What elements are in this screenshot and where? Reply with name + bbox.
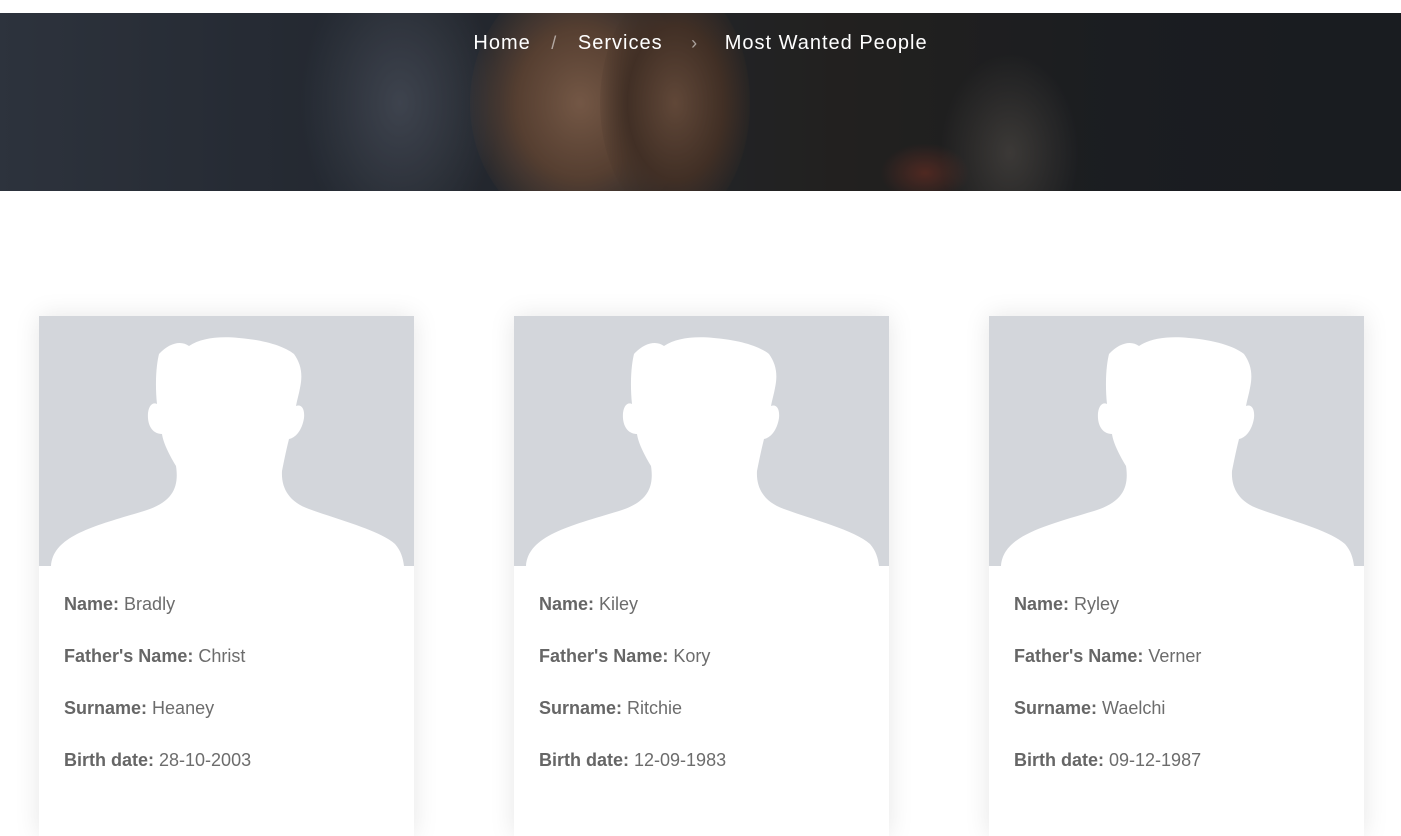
father-name-value: Verner	[1148, 646, 1202, 666]
surname-label: Surname:	[64, 698, 148, 718]
person-birth-row: Birth date: 09-12-1987	[1014, 749, 1339, 801]
name-label: Name:	[539, 594, 595, 614]
surname-value: Heaney	[152, 698, 215, 718]
breadcrumb-separator: /	[551, 33, 558, 54]
surname-label: Surname:	[539, 698, 623, 718]
birth-date-value: 09-12-1987	[1109, 750, 1202, 770]
person-birth-row: Birth date: 12-09-1983	[539, 749, 864, 801]
father-name-label: Father's Name:	[1014, 646, 1144, 666]
person-father-row: Father's Name: Christ	[64, 645, 389, 697]
person-name-row: Name: Ryley	[1014, 593, 1339, 645]
birth-date-label: Birth date:	[64, 750, 154, 770]
name-label: Name:	[64, 594, 120, 614]
birth-date-label: Birth date:	[539, 750, 629, 770]
person-surname-row: Surname: Heaney	[64, 697, 389, 749]
father-name-label: Father's Name:	[64, 646, 194, 666]
surname-value: Waelchi	[1102, 698, 1166, 718]
wanted-person-card[interactable]: Name: Bradly Father's Name: Christ Surna…	[39, 316, 414, 836]
person-details: Name: Ryley Father's Name: Verner Surnam…	[989, 566, 1364, 801]
father-name-value: Christ	[198, 646, 246, 666]
person-name-row: Name: Bradly	[64, 593, 389, 645]
person-silhouette-icon	[526, 337, 879, 566]
breadcrumb-services-link[interactable]: Services	[578, 32, 663, 55]
birth-date-value: 12-09-1983	[634, 750, 727, 770]
person-details: Name: Kiley Father's Name: Kory Surname:…	[514, 566, 889, 801]
person-silhouette-icon	[1001, 337, 1354, 566]
person-birth-row: Birth date: 28-10-2003	[64, 749, 389, 801]
birth-date-label: Birth date:	[1014, 750, 1104, 770]
breadcrumb-separator: ›	[691, 33, 699, 54]
person-name-row: Name: Kiley	[539, 593, 864, 645]
father-name-value: Kory	[673, 646, 711, 666]
person-surname-row: Surname: Ritchie	[539, 697, 864, 749]
surname-label: Surname:	[1014, 698, 1098, 718]
person-photo-placeholder	[989, 316, 1364, 566]
surname-value: Ritchie	[627, 698, 683, 718]
wanted-person-card[interactable]: Name: Kiley Father's Name: Kory Surname:…	[514, 316, 889, 836]
name-label: Name:	[1014, 594, 1070, 614]
breadcrumb: Home / Services › Most Wanted People	[0, 32, 1401, 55]
birth-date-value: 28-10-2003	[159, 750, 252, 770]
breadcrumb-current-page: Most Wanted People	[724, 32, 928, 55]
wanted-person-card[interactable]: Name: Ryley Father's Name: Verner Surnam…	[989, 316, 1364, 836]
breadcrumb-home-link[interactable]: Home	[473, 32, 530, 55]
person-details: Name: Bradly Father's Name: Christ Surna…	[39, 566, 414, 801]
person-surname-row: Surname: Waelchi	[1014, 697, 1339, 749]
person-photo-placeholder	[39, 316, 414, 566]
page-header-banner: Home / Services › Most Wanted People	[0, 13, 1401, 191]
person-photo-placeholder	[514, 316, 889, 566]
name-value: Ryley	[1074, 594, 1120, 614]
person-father-row: Father's Name: Kory	[539, 645, 864, 697]
person-father-row: Father's Name: Verner	[1014, 645, 1339, 697]
person-silhouette-icon	[51, 337, 404, 566]
name-value: Kiley	[599, 594, 639, 614]
name-value: Bradly	[124, 594, 176, 614]
father-name-label: Father's Name:	[539, 646, 669, 666]
